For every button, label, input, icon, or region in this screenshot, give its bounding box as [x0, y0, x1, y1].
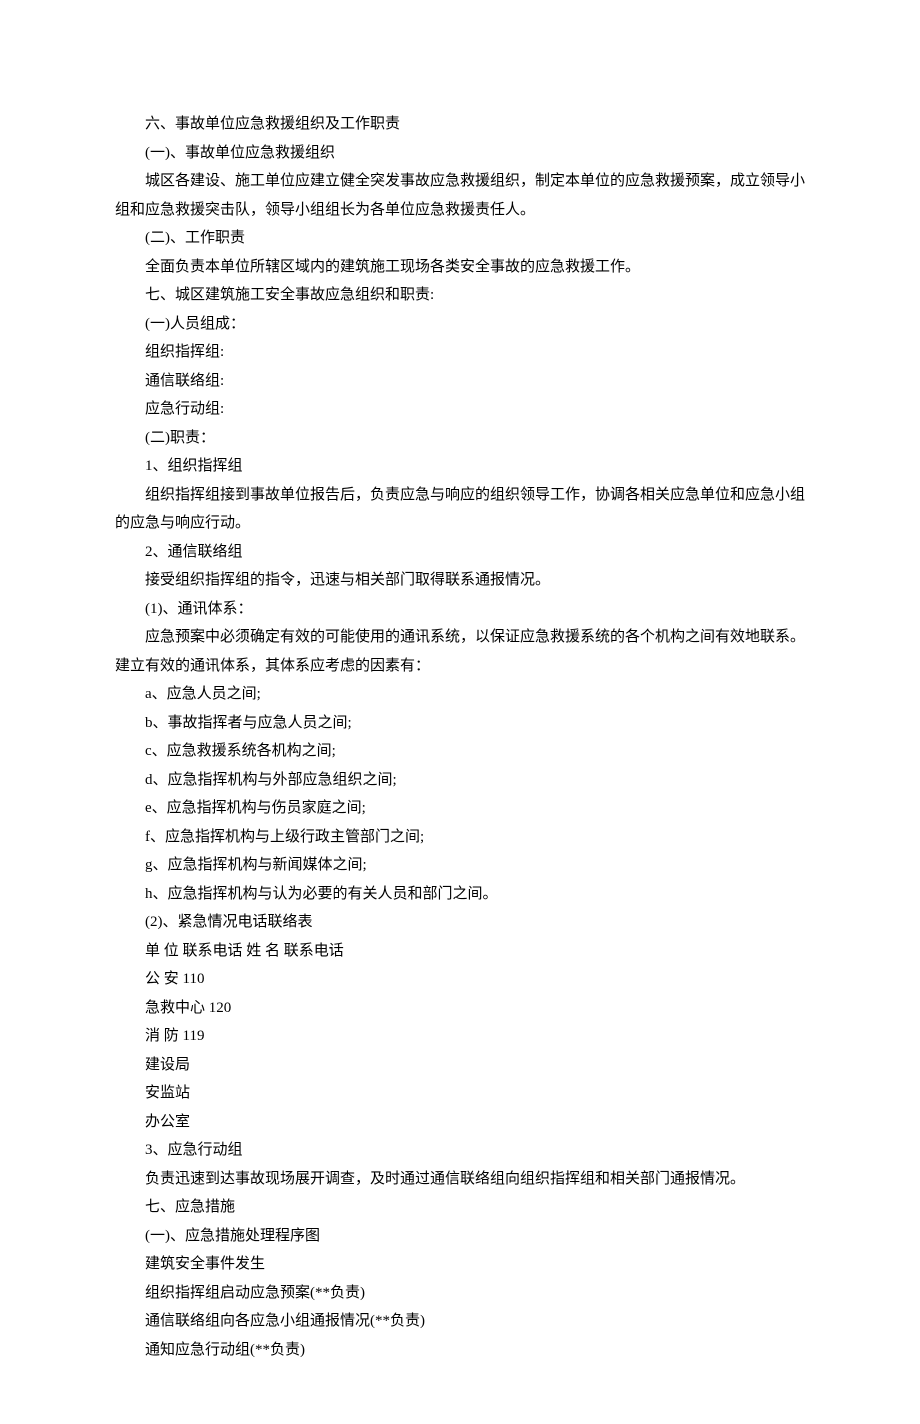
document-line: 通信联络组向各应急小组通报情况(**负责) [115, 1307, 805, 1336]
document-line: 通信联络组: [115, 367, 805, 396]
document-line: 通知应急行动组(**负责) [115, 1336, 805, 1365]
document-line: 办公室 [115, 1108, 805, 1137]
document-line: g、应急指挥机构与新闻媒体之间; [115, 851, 805, 880]
document-line: 2、通信联络组 [115, 538, 805, 567]
document-line: 公 安 110 [115, 965, 805, 994]
document-body: 六、事故单位应急救援组织及工作职责(一)、事故单位应急救援组织城区各建设、施工单… [115, 110, 805, 1364]
document-line: 组织指挥组接到事故单位报告后，负责应急与响应的组织领导工作，协调各相关应急单位和… [115, 481, 805, 538]
document-line: 应急预案中必须确定有效的可能使用的通讯系统，以保证应急救援系统的各个机构之间有效… [115, 623, 805, 680]
document-line: 七、应急措施 [115, 1193, 805, 1222]
document-line: (一)、事故单位应急救援组织 [115, 139, 805, 168]
document-line: 城区各建设、施工单位应建立健全突发事故应急救援组织，制定本单位的应急救援预案，成… [115, 167, 805, 224]
document-line: b、事故指挥者与应急人员之间; [115, 709, 805, 738]
document-line: 建筑安全事件发生 [115, 1250, 805, 1279]
document-line: (二)、工作职责 [115, 224, 805, 253]
document-line: d、应急指挥机构与外部应急组织之间; [115, 766, 805, 795]
document-line: 1、组织指挥组 [115, 452, 805, 481]
document-line: 组织指挥组: [115, 338, 805, 367]
document-line: 接受组织指挥组的指令，迅速与相关部门取得联系通报情况。 [115, 566, 805, 595]
document-line: 急救中心 120 [115, 994, 805, 1023]
document-line: 组织指挥组启动应急预案(**负责) [115, 1279, 805, 1308]
document-line: 安监站 [115, 1079, 805, 1108]
document-line: 建设局 [115, 1051, 805, 1080]
document-line: 消 防 119 [115, 1022, 805, 1051]
document-line: 应急行动组: [115, 395, 805, 424]
document-line: 七、城区建筑施工安全事故应急组织和职责: [115, 281, 805, 310]
document-line: 单 位 联系电话 姓 名 联系电话 [115, 937, 805, 966]
document-line: 全面负责本单位所辖区域内的建筑施工现场各类安全事故的应急救援工作。 [115, 253, 805, 282]
document-line: e、应急指挥机构与伤员家庭之间; [115, 794, 805, 823]
document-line: (二)职责： [115, 424, 805, 453]
document-line: a、应急人员之间; [115, 680, 805, 709]
document-line: c、应急救援系统各机构之间; [115, 737, 805, 766]
document-line: (2)、紧急情况电话联络表 [115, 908, 805, 937]
document-line: (一)人员组成： [115, 310, 805, 339]
document-line: (一)、应急措施处理程序图 [115, 1222, 805, 1251]
document-line: 3、应急行动组 [115, 1136, 805, 1165]
document-line: f、应急指挥机构与上级行政主管部门之间; [115, 823, 805, 852]
document-line: 负责迅速到达事故现场展开调查，及时通过通信联络组向组织指挥组和相关部门通报情况。 [115, 1165, 805, 1194]
document-line: (1)、通讯体系： [115, 595, 805, 624]
document-line: h、应急指挥机构与认为必要的有关人员和部门之间。 [115, 880, 805, 909]
document-line: 六、事故单位应急救援组织及工作职责 [115, 110, 805, 139]
